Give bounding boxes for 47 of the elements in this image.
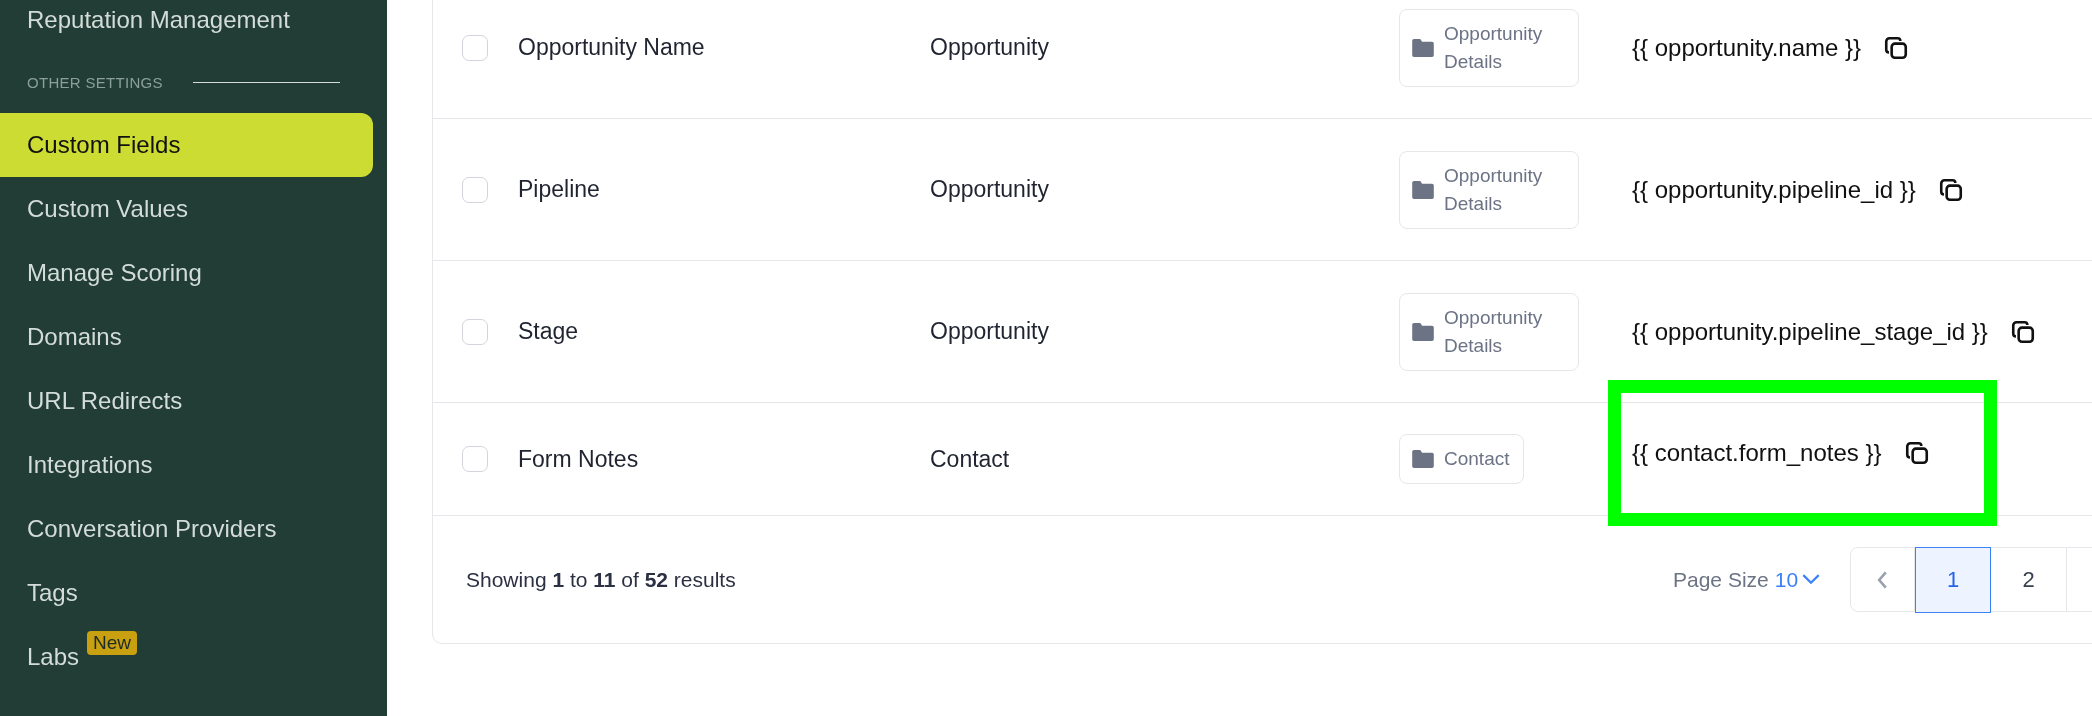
chevron-down-icon bbox=[1802, 574, 1821, 585]
row-checkbox[interactable] bbox=[462, 176, 488, 203]
merge-key: {{ contact.form_notes }} bbox=[1632, 439, 1882, 467]
object-name: Opportunity bbox=[930, 34, 1049, 61]
row-checkbox[interactable] bbox=[462, 318, 488, 345]
sidebar-item[interactable]: Tags bbox=[27, 579, 78, 607]
section-heading: OTHER SETTINGS bbox=[27, 74, 163, 91]
results-summary: Showing 1 to 11 of 52 results bbox=[466, 567, 736, 592]
folder-icon bbox=[1412, 322, 1434, 341]
merge-key: {{ opportunity.pipeline_id }} bbox=[1632, 175, 1916, 204]
folder-icon bbox=[1412, 180, 1434, 199]
merge-key: {{ opportunity.name }} bbox=[1632, 33, 1862, 62]
folder-icon bbox=[1412, 450, 1434, 468]
sidebar-item[interactable]: Labs bbox=[27, 643, 80, 671]
folder-tag: Opportunity Details bbox=[1399, 292, 1579, 371]
sidebar-item[interactable]: URL Redirects bbox=[27, 387, 183, 415]
sidebar-item[interactable]: Integrations bbox=[27, 451, 153, 479]
previous-page-button[interactable] bbox=[1851, 548, 1916, 611]
row-checkbox[interactable] bbox=[462, 446, 488, 472]
page-button[interactable]: 1 bbox=[1915, 546, 1992, 613]
folder-tag: Contact bbox=[1399, 434, 1525, 484]
row-checkbox[interactable] bbox=[462, 34, 488, 61]
object-name: Contact bbox=[930, 445, 1010, 473]
sidebar-item[interactable]: Domains bbox=[27, 323, 122, 351]
page-size-dropdown[interactable]: 10 bbox=[1768, 567, 1821, 592]
field-name: Stage bbox=[518, 318, 579, 345]
field-name: Opportunity Name bbox=[518, 34, 705, 61]
page-size-label: Page Size bbox=[1673, 567, 1769, 592]
field-name: Form Notes bbox=[518, 445, 639, 473]
copy-icon[interactable] bbox=[1883, 34, 1910, 61]
sidebar-item[interactable]: Manage Scoring bbox=[27, 259, 202, 287]
field-name: Pipeline bbox=[518, 176, 600, 203]
sidebar-item[interactable]: Custom Values bbox=[27, 195, 188, 223]
folder-tag: Opportunity Details bbox=[1399, 150, 1579, 229]
folder-icon bbox=[1412, 38, 1434, 57]
object-name: Opportunity bbox=[930, 318, 1049, 345]
new-badge: New bbox=[87, 631, 138, 655]
merge-key: {{ opportunity.pipeline_stage_id }} bbox=[1632, 317, 1988, 346]
copy-icon[interactable] bbox=[1937, 176, 1964, 203]
object-name: Opportunity bbox=[930, 176, 1049, 203]
sidebar-item[interactable]: Reputation Management bbox=[0, 0, 373, 52]
sidebar-item[interactable]: Custom Fields bbox=[27, 131, 181, 159]
folder-tag: Opportunity Details bbox=[1399, 8, 1579, 87]
chevron-left-icon bbox=[1877, 570, 1889, 589]
sidebar-item[interactable]: Conversation Providers bbox=[27, 515, 277, 543]
copy-icon[interactable] bbox=[1903, 440, 1930, 466]
copy-icon[interactable] bbox=[2009, 318, 2036, 345]
